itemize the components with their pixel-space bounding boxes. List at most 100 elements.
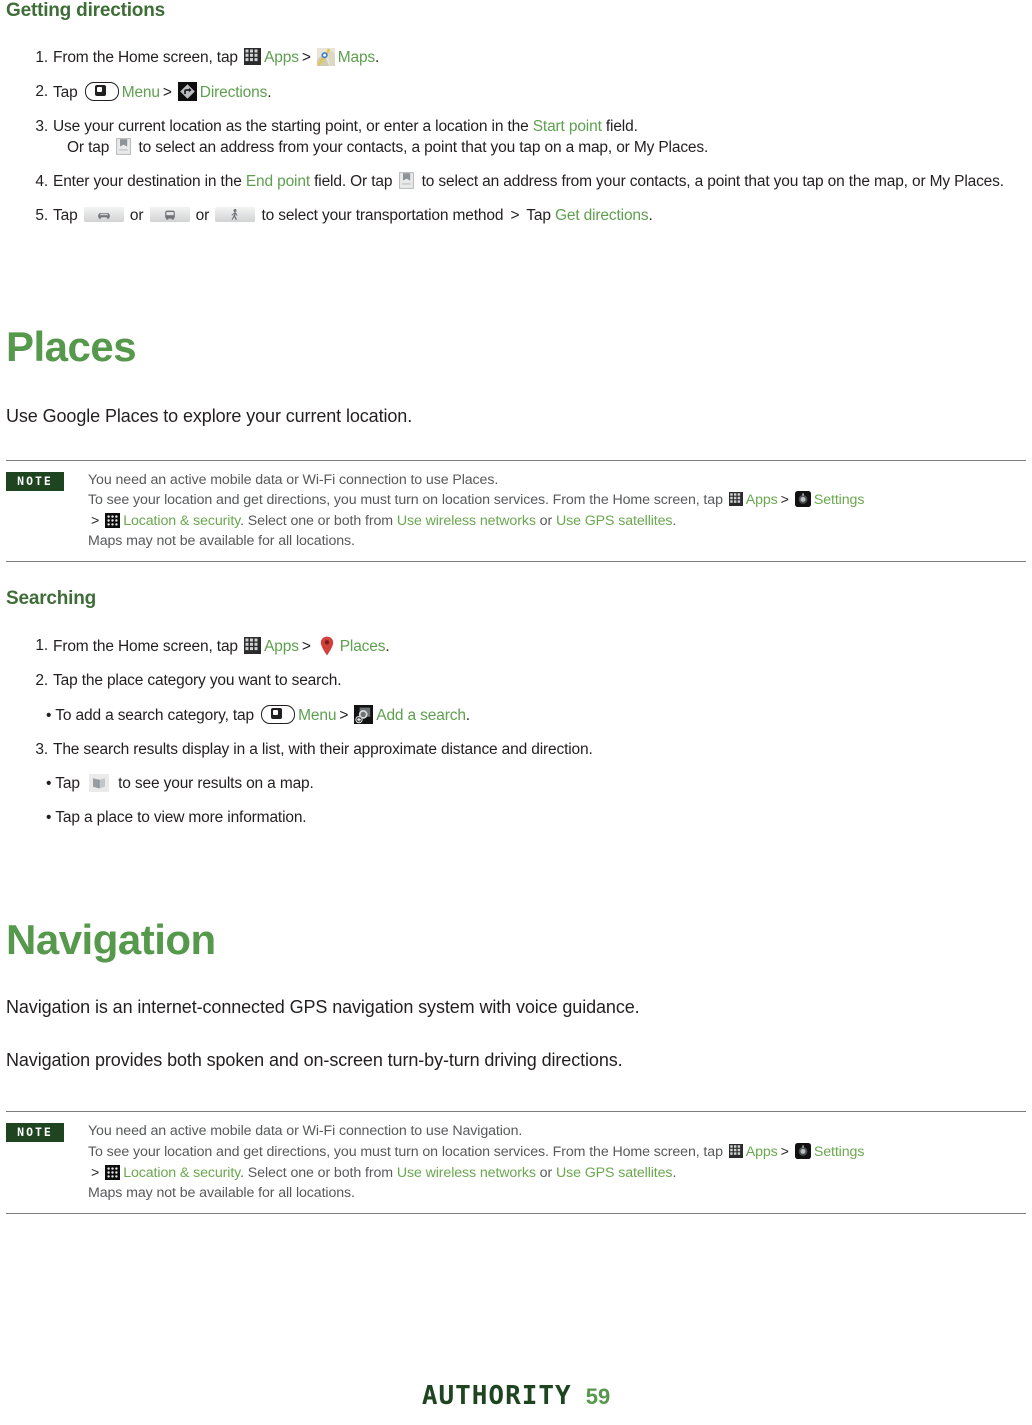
list-item: 5. Tap or or to select your transportati…	[6, 206, 1026, 227]
menu-key-icon[interactable]	[84, 81, 119, 101]
menu-key-icon[interactable]	[261, 704, 296, 724]
apps-icon[interactable]	[244, 48, 262, 65]
directions-link[interactable]: Directions	[200, 84, 268, 101]
apps-link[interactable]: Apps	[264, 49, 299, 66]
step-text-fragment: Enter your destination in the	[53, 172, 246, 190]
list-item: 3. Use your current location as the star…	[6, 117, 1026, 159]
step-number: 1.	[35, 636, 48, 654]
use-wireless-networks-link[interactable]: Use wireless networks	[397, 1165, 536, 1181]
menu-link[interactable]: Menu	[122, 84, 160, 101]
start-point-link[interactable]: Start point	[533, 118, 602, 135]
step-text-fragment: Tap	[53, 83, 82, 101]
location-security-icon[interactable]	[105, 512, 121, 528]
location-security-link[interactable]: Location & security	[123, 1165, 240, 1181]
note-text: . Select one or both from	[240, 1164, 397, 1181]
settings-icon[interactable]	[794, 491, 811, 508]
page-title-searching: Searching	[6, 587, 97, 609]
note-body: You need an active mobile data or Wi-Fi …	[88, 1121, 1026, 1203]
settings-link[interactable]: Settings	[814, 492, 865, 508]
apps-link[interactable]: Apps	[746, 1144, 778, 1160]
step-text-fragment: .	[385, 637, 390, 655]
step-text-fragment: .	[648, 206, 653, 224]
contacts-book-icon[interactable]	[399, 171, 415, 189]
apps-link[interactable]: Apps	[264, 638, 299, 655]
step-text: Tap or or to select your transportation …	[53, 206, 1026, 227]
get-directions-link[interactable]: Get directions	[555, 207, 649, 224]
list-item: 3. The search results display in a list,…	[6, 740, 1026, 761]
list-item: 1. From the Home screen, tap Apps > Places…	[6, 636, 1026, 658]
step-text: From the Home screen, tap Apps > Places.	[53, 636, 1026, 658]
location-security-link[interactable]: Location & security	[123, 513, 240, 529]
use-gps-satellites-link[interactable]: Use GPS satellites	[556, 1165, 673, 1181]
maps-link[interactable]: Maps	[338, 49, 375, 66]
end-point-link[interactable]: End point	[246, 173, 310, 190]
apps-icon[interactable]	[728, 1144, 743, 1159]
use-gps-satellites-link[interactable]: Use GPS satellites	[556, 513, 673, 529]
step-text-fragment: to select an address from your contacts,…	[134, 138, 709, 156]
apps-icon[interactable]	[244, 636, 262, 654]
note-text: You need an active mobile data or Wi-Fi …	[88, 1123, 523, 1140]
step-text: Tap Menu > Directions.	[53, 81, 1026, 104]
transport-car-icon[interactable]	[83, 206, 124, 222]
step-text: The search results display in a list, wi…	[53, 740, 593, 758]
note-text: or	[535, 512, 556, 529]
chevron-right-separator: >	[91, 512, 100, 529]
directions-icon[interactable]	[177, 81, 197, 101]
step-text: Use your current location as the startin…	[53, 117, 1026, 159]
page-title-places: Places	[6, 322, 137, 370]
list-item: 2. Tap the place category you want to se…	[6, 671, 1026, 692]
step-text-fragment: or	[125, 206, 148, 224]
menu-link[interactable]: Menu	[298, 707, 336, 724]
note-block-places: NOTE You need an active mobile data or W…	[6, 459, 1026, 562]
contacts-book-icon[interactable]	[116, 137, 132, 155]
note-text: .	[672, 512, 677, 529]
list-item-bullet: • Tap a place to view more information.	[6, 808, 1026, 829]
map-fold-icon[interactable]	[88, 773, 109, 792]
settings-link[interactable]: Settings	[814, 1144, 865, 1160]
note-text: Maps may not be available for all locati…	[88, 533, 355, 550]
transport-walk-icon[interactable]	[215, 206, 256, 222]
use-wireless-networks-link[interactable]: Use wireless networks	[397, 513, 536, 529]
step-number: 2.	[35, 82, 48, 100]
navigation-intro-text-2: Navigation provides both spoken and on-s…	[6, 1050, 623, 1071]
step-text-fragment: From the Home screen, tap	[53, 637, 243, 655]
places-link[interactable]: Places	[340, 638, 386, 655]
note-body: You need an active mobile data or Wi-Fi …	[88, 470, 1026, 552]
bullet-text-fragment: to see your results on a map.	[113, 774, 314, 792]
chevron-right-separator: >	[339, 706, 349, 724]
step-text-fragment: Use your current location as the startin…	[53, 117, 533, 135]
chevron-right-separator: >	[162, 83, 172, 101]
list-item: 2. Tap Menu > Directions.	[6, 81, 1026, 104]
page-number: 59	[585, 1384, 611, 1409]
places-intro-text: Use Google Places to explore your curren…	[6, 405, 413, 426]
page-title-navigation: Navigation	[6, 916, 216, 964]
bullet-glyph: •	[46, 808, 52, 826]
step-text-fragment: or	[191, 206, 214, 224]
settings-icon[interactable]	[794, 1143, 811, 1160]
maps-icon[interactable]	[316, 48, 335, 66]
bullet-text-fragment: To add a search category, tap	[55, 706, 259, 724]
brand-logo: AUTHORITY	[421, 1381, 572, 1411]
location-security-icon[interactable]	[105, 1164, 121, 1180]
apps-link[interactable]: Apps	[746, 492, 778, 508]
searching-steps: 1. From the Home screen, tap Apps > Places…	[6, 636, 1026, 829]
add-search-icon[interactable]	[354, 704, 374, 724]
add-a-search-link[interactable]: Add a search	[376, 707, 466, 724]
apps-icon[interactable]	[728, 492, 743, 507]
note-line: Maps may not be available for all locati…	[88, 531, 1026, 552]
note-text: You need an active mobile data or Wi-Fi …	[88, 471, 499, 488]
chevron-right-separator: >	[91, 1164, 100, 1181]
chevron-right-separator: >	[301, 49, 311, 66]
note-line: You need an active mobile data or Wi-Fi …	[88, 1121, 1026, 1142]
step-text-fragment: Tap	[522, 206, 555, 224]
transport-transit-icon[interactable]	[149, 206, 190, 222]
page-title-getting-directions: Getting directions	[6, 0, 165, 21]
note-badge: NOTE	[6, 471, 64, 491]
step-number: 3.	[35, 117, 48, 135]
list-item-bullet: • Tap to see your results on a map.	[6, 773, 1026, 795]
note-line: > Location & security. Select one or both…	[88, 511, 1026, 532]
step-number: 2.	[35, 671, 48, 689]
places-pin-icon[interactable]	[320, 636, 334, 656]
step-text-fragment: .	[375, 49, 380, 66]
bullet-text-fragment: Tap	[55, 774, 84, 792]
